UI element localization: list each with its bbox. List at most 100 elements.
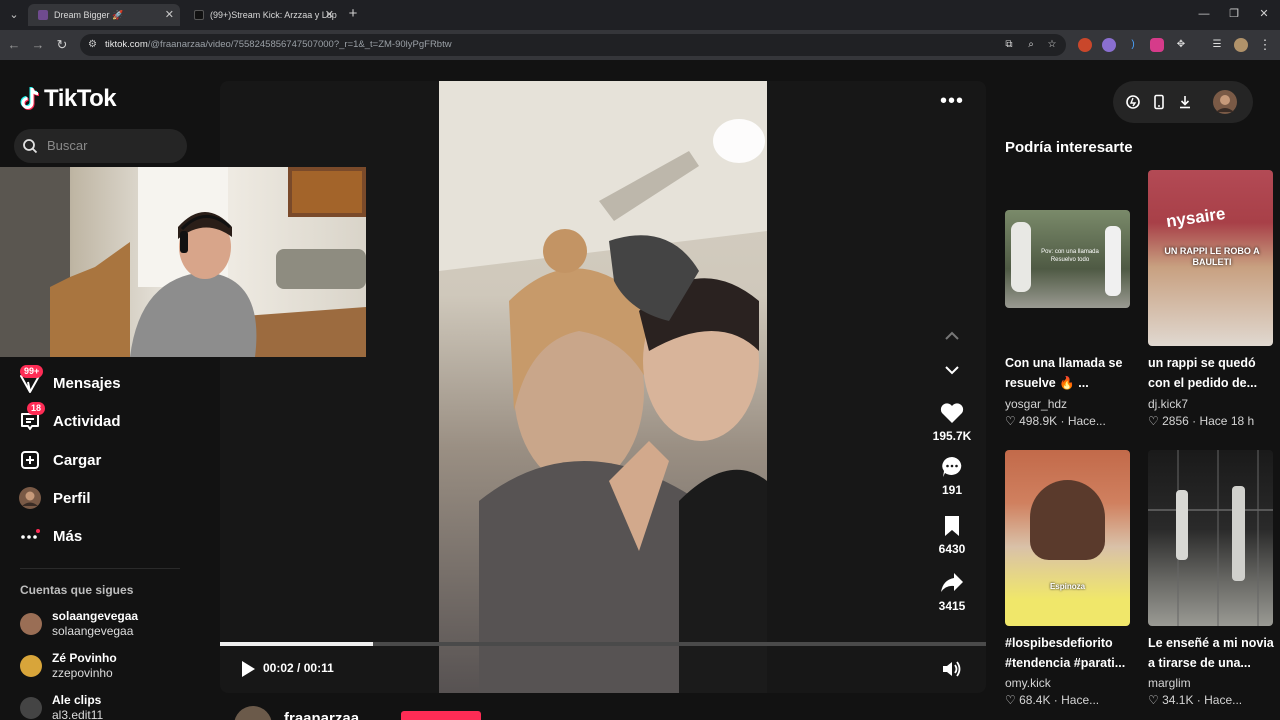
video-title[interactable]: un rappi se quedó con el pedido de... [1148, 353, 1278, 393]
restore-icon[interactable]: ❐ [1224, 5, 1244, 23]
nav-label: Más [53, 527, 83, 545]
bookmark-star-icon[interactable]: ☆ [1045, 38, 1059, 52]
sidebar: TikTok Buscar 99+ Mensajes 18 Actividad [0, 60, 205, 720]
bookmark-action[interactable]: 6430 [920, 514, 984, 556]
mobile-app-icon[interactable] [1151, 94, 1167, 110]
nav-label: Mensajes [53, 374, 121, 392]
nav-item-messages[interactable]: 99+ Mensajes [18, 365, 121, 397]
video-author-name[interactable]: yosgar_hdz [1005, 397, 1067, 411]
thumbnail-caption: Pov: con una llamada Resuelvo todo [1041, 249, 1099, 263]
author-name[interactable]: fraanarzaa [284, 710, 359, 720]
video-time: 00:02 / 00:11 [263, 661, 334, 675]
activity-icon: 18 [18, 402, 46, 433]
address-bar[interactable]: ⚙ tiktok.com/@fraanarzaa/video/755824585… [80, 34, 1066, 56]
like-action[interactable]: 195.7K [920, 401, 984, 443]
new-tab-button[interactable]: + [344, 5, 362, 23]
messages-icon: 99+ [18, 365, 44, 395]
close-window-icon[interactable]: ✕ [1254, 5, 1274, 23]
tiktok-logo[interactable]: TikTok [20, 84, 117, 114]
browser-tab-2[interactable]: (99+)Stream Kick: Arzzaa y Lup ✕ [184, 4, 340, 26]
top-actions-bar [1113, 81, 1253, 123]
video-thumbnail[interactable] [1148, 450, 1273, 626]
nav-item-activity[interactable]: 18 Actividad [18, 402, 121, 435]
nav-label: Cargar [53, 451, 102, 469]
video-author-name[interactable]: marglim [1148, 676, 1191, 690]
bookmark-count: 6430 [938, 542, 966, 556]
extension-shield-icon[interactable] [1150, 38, 1164, 52]
download-icon[interactable] [1177, 94, 1193, 110]
video-thumbnail[interactable]: Espinoza [1005, 450, 1130, 626]
thumbnail-person [1105, 226, 1121, 296]
nav-item-upload[interactable]: Cargar [18, 446, 101, 474]
webcam-overlay [0, 167, 366, 357]
browser-toolbar: ← → ↻ ⚙ tiktok.com/@fraanarzaa/video/755… [0, 30, 1280, 60]
share-action[interactable]: 3415 [920, 571, 984, 613]
search-box[interactable]: Buscar [14, 129, 187, 163]
extension-cloud-icon[interactable] [1102, 38, 1116, 52]
video-title[interactable]: Le enseñé a mi novia a tirarse de una... [1148, 633, 1278, 673]
previous-video-arrow-icon[interactable] [942, 329, 962, 343]
more-icon [18, 524, 42, 548]
comment-count: 191 [941, 483, 963, 497]
video-thumbnail[interactable]: Pov: con una llamada Resuelvo todo [1005, 210, 1130, 308]
video-title[interactable]: #lospibesdefiorito #tendencia #parati... [1005, 633, 1135, 673]
account-name: Zé Povinho [52, 651, 117, 665]
reading-list-icon[interactable]: ☰ [1210, 38, 1224, 52]
tab-favicon-icon [38, 10, 48, 20]
search-placeholder: Buscar [47, 138, 88, 153]
nav-item-more[interactable]: Más [18, 522, 82, 550]
browser-tab-1[interactable]: Dream Bigger 🚀 ✕ [28, 4, 180, 26]
nav-label: Perfil [53, 489, 91, 507]
close-tab-icon[interactable]: ✕ [165, 4, 174, 26]
minimize-icon[interactable]: — [1194, 5, 1214, 23]
heart-icon [939, 401, 965, 425]
tiktok-favicon-icon [194, 10, 204, 20]
video-thumbnail[interactable]: nysaire UN RAPPI LE ROBO A BAULETI [1148, 170, 1273, 346]
next-video-arrow-icon[interactable] [942, 363, 962, 377]
extension-fox-icon[interactable] [1078, 38, 1092, 52]
coins-icon[interactable] [1125, 94, 1141, 110]
video-author-name[interactable]: omy.kick [1005, 676, 1051, 690]
site-settings-icon[interactable]: ⚙ [88, 39, 100, 51]
close-tab-icon[interactable]: ✕ [325, 4, 334, 26]
browser-menu-icon[interactable]: ⋮ [1258, 38, 1272, 52]
avatar [20, 697, 42, 719]
account-name: solaangevegaa [52, 609, 139, 623]
volume-icon[interactable] [941, 660, 961, 678]
webcam-image [0, 167, 366, 357]
back-icon[interactable]: ← [5, 36, 23, 54]
more-options-icon[interactable]: ••• [940, 91, 964, 114]
zoom-icon[interactable]: ⌕ [1024, 38, 1038, 52]
tiktok-note-icon [20, 86, 42, 112]
bookmark-icon [939, 514, 965, 538]
thumbnail-caption: UN RAPPI LE ROBO A BAULETI [1164, 246, 1260, 267]
activity-badge: 18 [27, 402, 46, 415]
search-icon [23, 139, 38, 154]
video-stats: ♡ 2856 · Hace 18 h [1148, 414, 1255, 428]
install-app-icon[interactable]: ⧉ [1002, 38, 1016, 52]
nav-item-profile[interactable]: Perfil [18, 484, 91, 512]
video-frame[interactable] [439, 81, 767, 693]
video-stats: ♡ 68.4K · Hace... [1005, 693, 1100, 707]
follow-button[interactable] [401, 711, 481, 720]
thumbnail-caption: Espinoza [1049, 582, 1086, 591]
video-stats: ♡ 34.1K · Hace... [1148, 693, 1243, 707]
video-progress-bar[interactable] [220, 642, 986, 646]
logo-text: TikTok [44, 85, 117, 112]
play-icon[interactable] [239, 660, 257, 678]
tiktok-page: TikTok Buscar 99+ Mensajes 18 Actividad [0, 60, 1280, 720]
tab-search-chevron-icon[interactable]: ⌄ [6, 7, 22, 23]
extension-wave-icon[interactable]: ) [1126, 38, 1140, 52]
comment-action[interactable]: 191 [920, 455, 984, 497]
user-avatar[interactable] [1213, 90, 1237, 114]
video-author-name[interactable]: dj.kick7 [1148, 397, 1188, 411]
url-text[interactable]: tiktok.com/@fraanarzaa/video/75582458567… [105, 34, 452, 56]
share-count: 3415 [938, 599, 966, 613]
author-avatar[interactable] [234, 706, 272, 720]
forward-icon[interactable]: → [29, 36, 47, 54]
upload-icon [18, 448, 42, 472]
reload-icon[interactable]: ↻ [53, 36, 71, 54]
video-title[interactable]: Con una llamada se resuelve 🔥 ... [1005, 353, 1135, 393]
extensions-puzzle-icon[interactable]: ✥ [1174, 38, 1188, 52]
profile-avatar-icon[interactable] [1234, 38, 1248, 52]
